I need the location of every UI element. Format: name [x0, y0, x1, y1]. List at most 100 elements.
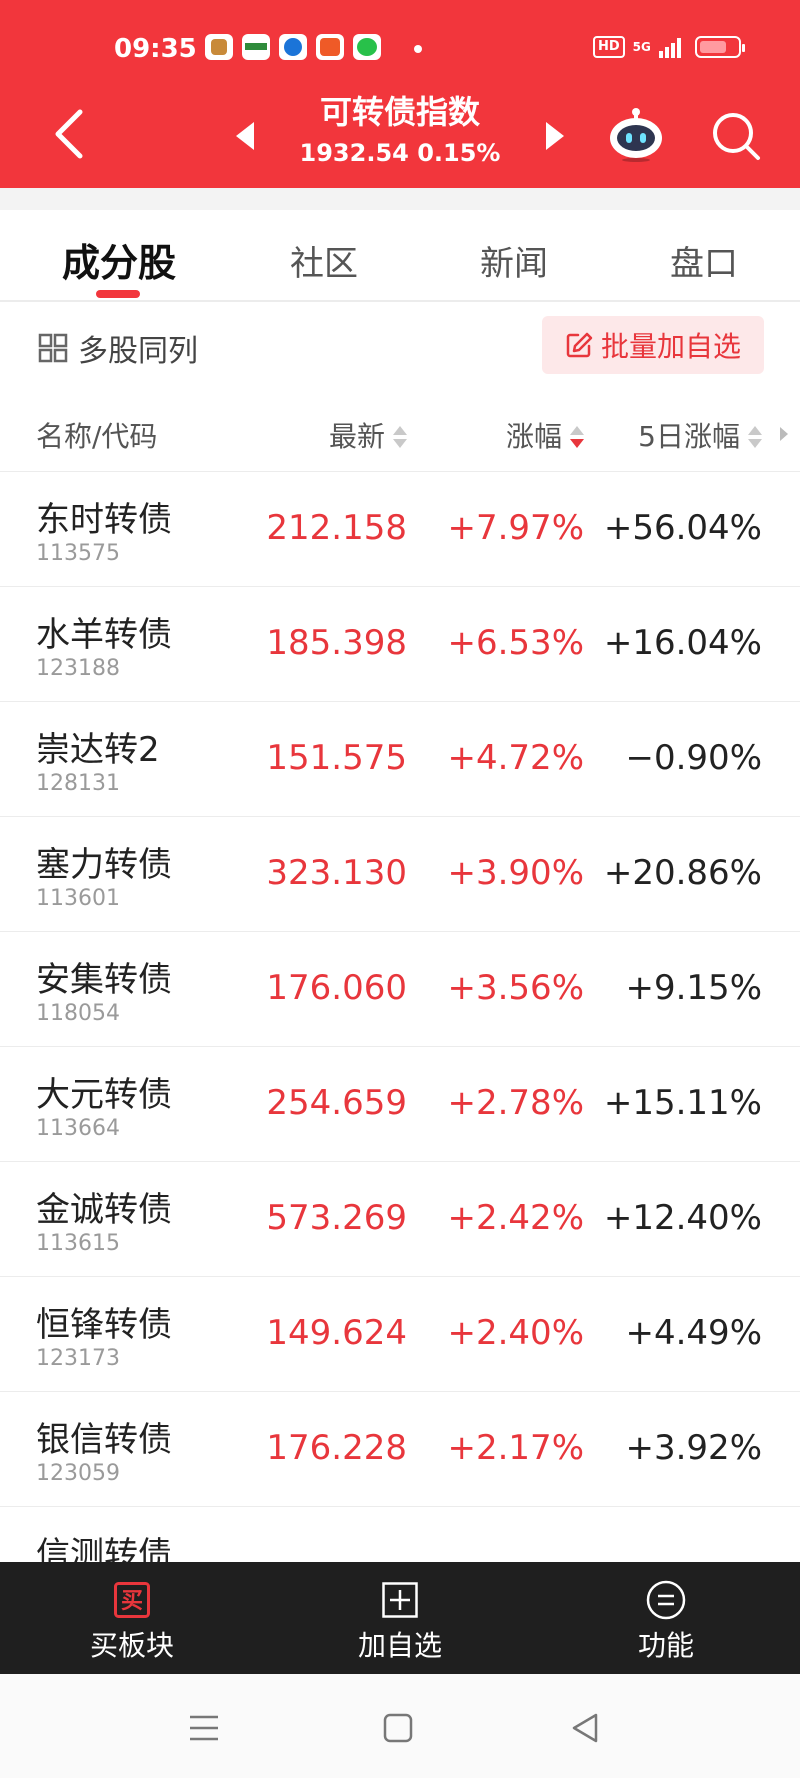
- home-square-icon: [383, 1713, 413, 1743]
- latest-price: 149.624: [266, 1313, 407, 1353]
- change-5d-percent: +4.49%: [625, 1313, 763, 1353]
- change-5d-percent: +12.40%: [603, 1198, 762, 1238]
- sort-icon: [391, 424, 407, 452]
- bond-name: 信测转债: [36, 1535, 172, 1562]
- bond-name: 塞力转债: [36, 845, 172, 885]
- chevron-left-icon: [55, 109, 83, 159]
- app-header: 09:35 HD 5G 可转债指数 1932.54 0.15%: [0, 0, 800, 188]
- bond-name: 崇达转2: [36, 730, 160, 770]
- change-5d-percent: +16.04%: [603, 623, 762, 663]
- status-app-icons: [205, 34, 381, 60]
- app-icon-1: [205, 34, 233, 60]
- tab-news[interactable]: 新闻: [480, 236, 548, 285]
- active-tab-indicator: [96, 290, 140, 298]
- hd-icon: HD: [593, 36, 625, 58]
- functions-label: 功能: [637, 1629, 694, 1662]
- tab-bar: 成分股 社区 新闻 盘口: [0, 210, 800, 302]
- app-icon-4: [316, 34, 344, 60]
- buy-icon-glyph: 买: [121, 1589, 143, 1614]
- tab-community[interactable]: 社区: [290, 236, 358, 285]
- table-row[interactable]: 塞力转债 113601 323.130 +3.90% +20.86%: [0, 817, 800, 932]
- back-triangle-icon: [572, 1713, 598, 1743]
- column-change-5d-label: 5日涨幅: [638, 420, 740, 453]
- notification-dot-icon: [414, 45, 422, 53]
- batch-add-watchlist-button[interactable]: 批量加自选: [542, 316, 764, 374]
- bond-name: 恒锋转债: [36, 1305, 172, 1345]
- change-percent: +3.90%: [447, 853, 585, 893]
- change-percent: +3.56%: [447, 968, 585, 1008]
- change-percent: +6.53%: [447, 623, 585, 663]
- buy-sector-button[interactable]: 买 买板块: [32, 1562, 232, 1674]
- bond-code: 113575: [36, 541, 120, 566]
- batch-add-label: 批量加自选: [600, 330, 741, 363]
- sort-descending-icon: [568, 424, 584, 452]
- bond-name: 大元转债: [36, 1075, 172, 1115]
- column-change-label: 涨幅: [505, 420, 562, 453]
- latest-price: 176.228: [266, 1428, 407, 1468]
- battery-icon: [694, 36, 745, 58]
- table-row[interactable]: 恒锋转债 123173 149.624 +2.40% +4.49%: [0, 1277, 800, 1392]
- change-percent: +7.97%: [447, 508, 585, 548]
- tab-constituents[interactable]: 成分股: [62, 232, 176, 287]
- app-icon-2: [242, 34, 270, 60]
- system-back-button[interactable]: [566, 1708, 606, 1748]
- latest-price: 323.130: [266, 853, 407, 893]
- back-button[interactable]: [48, 104, 92, 164]
- change-percent: +2.40%: [447, 1313, 585, 1353]
- change-5d-percent: +20.86%: [603, 853, 762, 893]
- index-title-block: 可转债指数 1932.54 0.15%: [280, 92, 520, 170]
- bond-code: 123188: [36, 656, 120, 681]
- latest-price: 254.659: [266, 1083, 407, 1123]
- table-row[interactable]: 银信转债 123059 176.228 +2.17% +3.92%: [0, 1392, 800, 1507]
- plus-square-icon: [382, 1582, 418, 1618]
- assistant-button[interactable]: [606, 106, 666, 162]
- table-row[interactable]: 信测转债: [0, 1507, 800, 1562]
- caret-right-icon: [546, 122, 564, 150]
- bond-code: 118054: [36, 1001, 120, 1026]
- bond-code: 123059: [36, 1461, 120, 1486]
- signal-icon: [658, 36, 681, 58]
- table-row[interactable]: 金诚转债 113615 573.269 +2.42% +12.40%: [0, 1162, 800, 1277]
- search-button[interactable]: [708, 108, 764, 164]
- system-menu-button[interactable]: [184, 1708, 224, 1748]
- hamburger-icon: [190, 1715, 218, 1741]
- column-latest-label: 最新: [328, 420, 385, 453]
- page-title: 可转债指数: [319, 93, 480, 131]
- constituent-list: 东时转债 113575 212.158 +7.97% +56.04% 水羊转债 …: [0, 472, 800, 1562]
- bond-code: 128131: [36, 771, 120, 796]
- add-watchlist-button[interactable]: 加自选: [300, 1562, 500, 1674]
- multi-stock-view-button[interactable]: 多股同列: [38, 326, 198, 370]
- table-row[interactable]: 崇达转2 128131 151.575 +4.72% −0.90%: [0, 702, 800, 817]
- change-percent: +4.72%: [447, 738, 585, 778]
- edit-icon: [566, 332, 593, 358]
- table-row[interactable]: 水羊转债 123188 185.398 +6.53% +16.04%: [0, 587, 800, 702]
- status-time: 09:35: [114, 34, 197, 64]
- column-header: 名称/代码 最新 涨幅 5日涨幅: [0, 405, 800, 472]
- buy-sector-label: 买板块: [89, 1629, 174, 1662]
- table-row[interactable]: 大元转债 113664 254.659 +2.78% +15.11%: [0, 1047, 800, 1162]
- change-percent: +2.42%: [447, 1198, 585, 1238]
- tab-order-book[interactable]: 盘口: [670, 236, 738, 285]
- system-home-button[interactable]: [378, 1708, 418, 1748]
- more-columns-arrow-icon[interactable]: [780, 427, 788, 441]
- bond-code: 123173: [36, 1346, 120, 1371]
- bond-code: 113615: [36, 1231, 120, 1256]
- latest-price: 176.060: [266, 968, 407, 1008]
- column-latest[interactable]: 最新: [329, 415, 407, 455]
- grid-icon: [38, 333, 68, 363]
- column-change-5d[interactable]: 5日涨幅: [638, 415, 762, 455]
- menu-circle-icon: [646, 1580, 686, 1620]
- column-name-code: 名称/代码: [36, 420, 158, 453]
- table-row[interactable]: 安集转债 118054 176.060 +3.56% +9.15%: [0, 932, 800, 1047]
- status-indicators: HD 5G: [593, 36, 745, 58]
- robot-icon: [610, 108, 662, 162]
- app-icon-3: [279, 34, 307, 60]
- previous-index-button[interactable]: [232, 118, 262, 154]
- bond-code: 113664: [36, 1116, 120, 1141]
- change-5d-percent: +9.15%: [625, 968, 763, 1008]
- column-change[interactable]: 涨幅: [506, 415, 584, 455]
- next-index-button[interactable]: [538, 118, 568, 154]
- table-row[interactable]: 东时转债 113575 212.158 +7.97% +56.04%: [0, 472, 800, 587]
- functions-button[interactable]: 功能: [566, 1562, 766, 1674]
- caret-left-icon: [236, 122, 254, 150]
